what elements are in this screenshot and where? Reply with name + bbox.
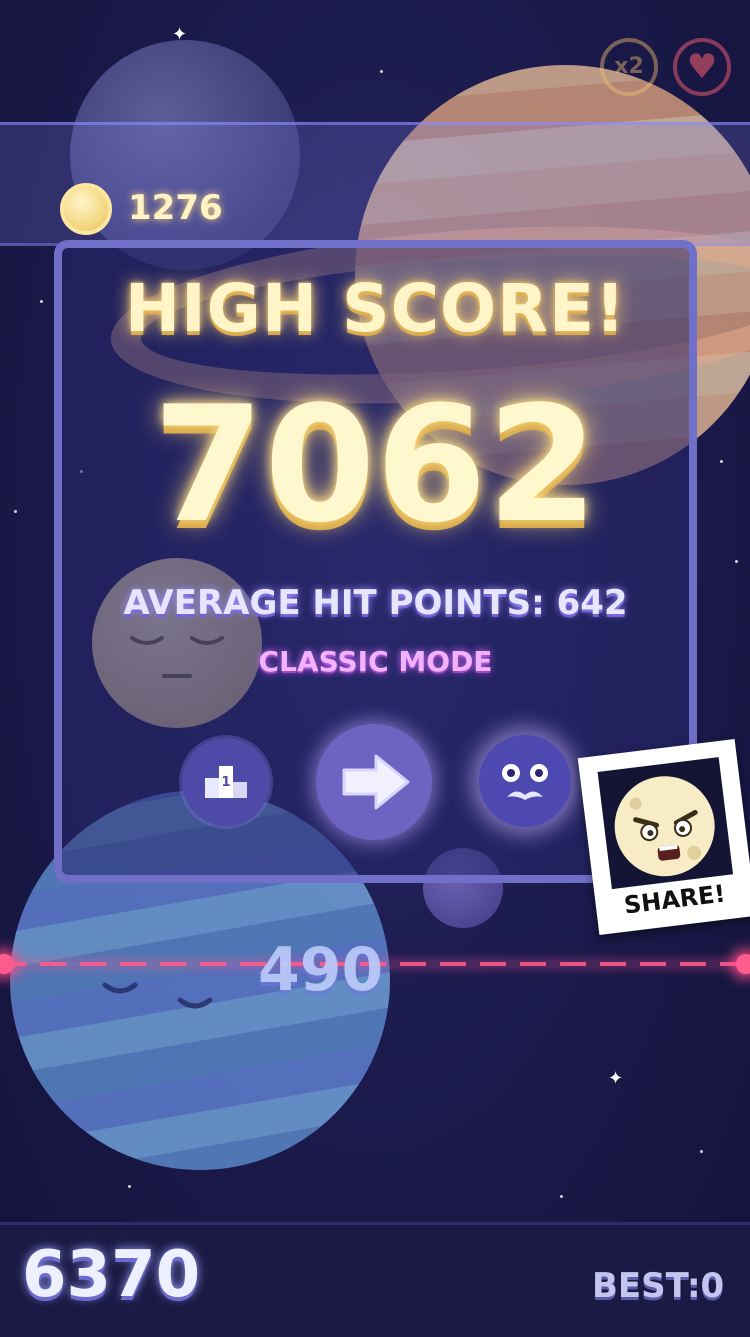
star bbox=[128, 1185, 131, 1188]
final-score: 7062 bbox=[152, 371, 599, 558]
podium-rank: 1 bbox=[221, 775, 230, 790]
coin-icon bbox=[60, 183, 112, 235]
star bbox=[40, 300, 43, 303]
coin-count: 1276 bbox=[128, 188, 223, 228]
star bbox=[380, 70, 383, 73]
star bbox=[14, 510, 17, 513]
top-band bbox=[0, 122, 750, 246]
arrow-right-icon bbox=[342, 754, 410, 810]
podium-icon: 1 bbox=[205, 766, 247, 798]
star bbox=[720, 460, 723, 463]
multiplier-x2-icon[interactable]: x2 bbox=[600, 38, 658, 96]
best-score: BEST:0 bbox=[592, 1266, 725, 1306]
game-mode-label: CLASSIC MODE bbox=[258, 645, 493, 678]
character-select-button[interactable] bbox=[479, 735, 571, 827]
share-moon-image bbox=[597, 757, 734, 890]
current-score: 6370 bbox=[22, 1238, 201, 1312]
sparkle-star: ✦ bbox=[608, 1068, 624, 1089]
average-hit-points: AVERAGE HIT POINTS: 642 bbox=[123, 583, 628, 623]
high-score-title: HIGH SCORE! bbox=[124, 270, 627, 347]
floating-hit-points: 490 bbox=[258, 935, 384, 1005]
star bbox=[560, 1195, 563, 1198]
mustache-face-icon bbox=[502, 764, 548, 800]
share-card[interactable]: SHARE! bbox=[577, 739, 750, 935]
star bbox=[735, 560, 738, 563]
laser-emitter-right bbox=[736, 954, 750, 974]
star bbox=[700, 1150, 703, 1153]
heart-icon[interactable]: ♥ bbox=[673, 38, 731, 96]
